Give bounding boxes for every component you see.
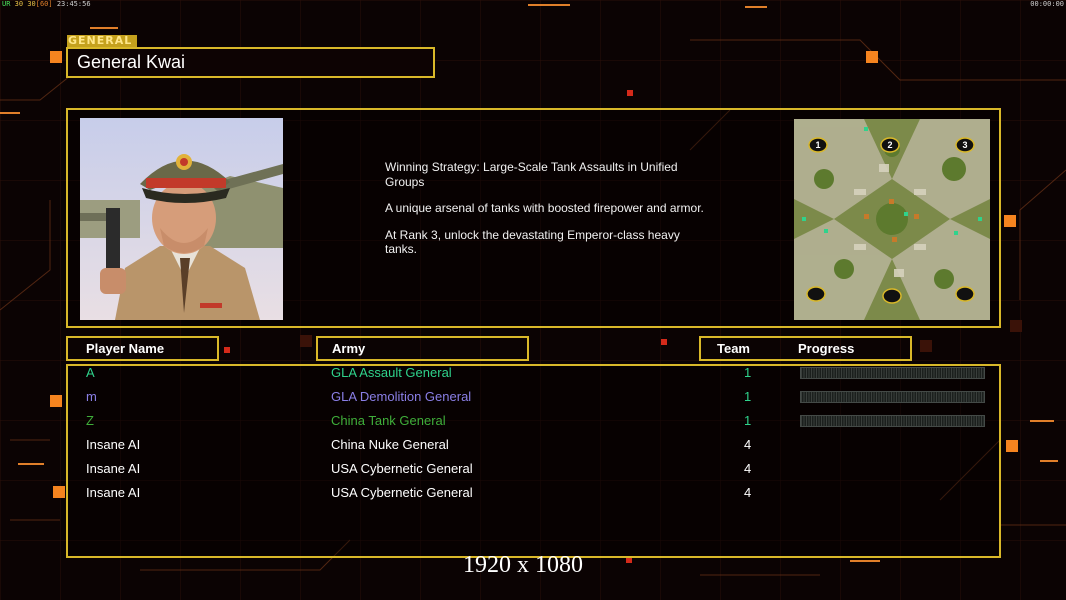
start-position-1: 1 <box>815 140 820 150</box>
loading-progress-bar <box>800 391 985 403</box>
fps-stat-c: 30 <box>27 0 36 8</box>
player-row: A GLA Assault General 1 <box>0 363 1066 383</box>
game-timer: 00:00:00 <box>1030 0 1064 8</box>
column-header-progress: Progress <box>798 341 855 356</box>
player-team: 1 <box>744 365 752 380</box>
general-strategy-text: Winning Strategy: Large-Scale Tank Assau… <box>385 160 715 269</box>
start-position-3: 3 <box>962 140 967 150</box>
player-team: 4 <box>744 437 752 452</box>
player-army: USA Cybernetic General <box>331 485 473 500</box>
strategy-line: Winning Strategy: Large-Scale Tank Assau… <box>385 160 678 189</box>
player-name: Insane AI <box>86 485 141 500</box>
fps-stat-b: 30 <box>14 0 24 8</box>
player-army: USA Cybernetic General <box>331 461 473 476</box>
fps-stat-a: UR <box>2 0 11 8</box>
player-row: Insane AI China Nuke General 4 <box>0 435 1066 455</box>
column-header-team-progress: Team Progress <box>699 336 912 361</box>
player-army: GLA Assault General <box>331 365 452 380</box>
column-header-army: Army <box>316 336 529 361</box>
column-header-team: Team <box>717 341 750 356</box>
column-header-player-name: Player Name <box>66 336 219 361</box>
player-team: 1 <box>744 413 752 428</box>
clock: 23:45:56 <box>56 0 91 8</box>
fps-stat-d: [60] <box>35 0 53 8</box>
fps-overlay: UR 30 30[60] 23:45:56 <box>2 0 91 8</box>
general-name: General Kwai <box>66 47 435 78</box>
player-row: Insane AI USA Cybernetic General 4 <box>0 459 1066 479</box>
player-army: China Tank General <box>331 413 446 428</box>
player-army: GLA Demolition General <box>331 389 472 404</box>
general-tag: GENERAL <box>67 35 137 47</box>
player-row: m GLA Demolition General 1 <box>0 387 1066 407</box>
player-row: Z China Tank General 1 <box>0 411 1066 431</box>
strategy-line: At Rank 3, unlock the devastating Empero… <box>385 227 680 257</box>
start-position-2: 2 <box>887 140 892 150</box>
player-army: China Nuke General <box>331 437 449 452</box>
player-name: m <box>86 389 97 404</box>
player-team: 4 <box>744 461 752 476</box>
strategy-line: A unique arsenal of tanks with boosted f… <box>385 201 704 215</box>
player-team: 4 <box>744 485 752 500</box>
loading-progress-bar <box>800 415 985 427</box>
resolution-label: 1920 x 1080 <box>463 552 583 578</box>
player-name: Z <box>86 413 94 428</box>
loading-progress-bar <box>800 367 985 379</box>
player-name: A <box>86 365 95 380</box>
general-portrait <box>80 118 283 320</box>
map-preview: 1 2 3 <box>794 119 990 320</box>
player-team: 1 <box>744 389 752 404</box>
player-name: Insane AI <box>86 461 141 476</box>
player-name: Insane AI <box>86 437 141 452</box>
player-row: Insane AI USA Cybernetic General 4 <box>0 483 1066 503</box>
